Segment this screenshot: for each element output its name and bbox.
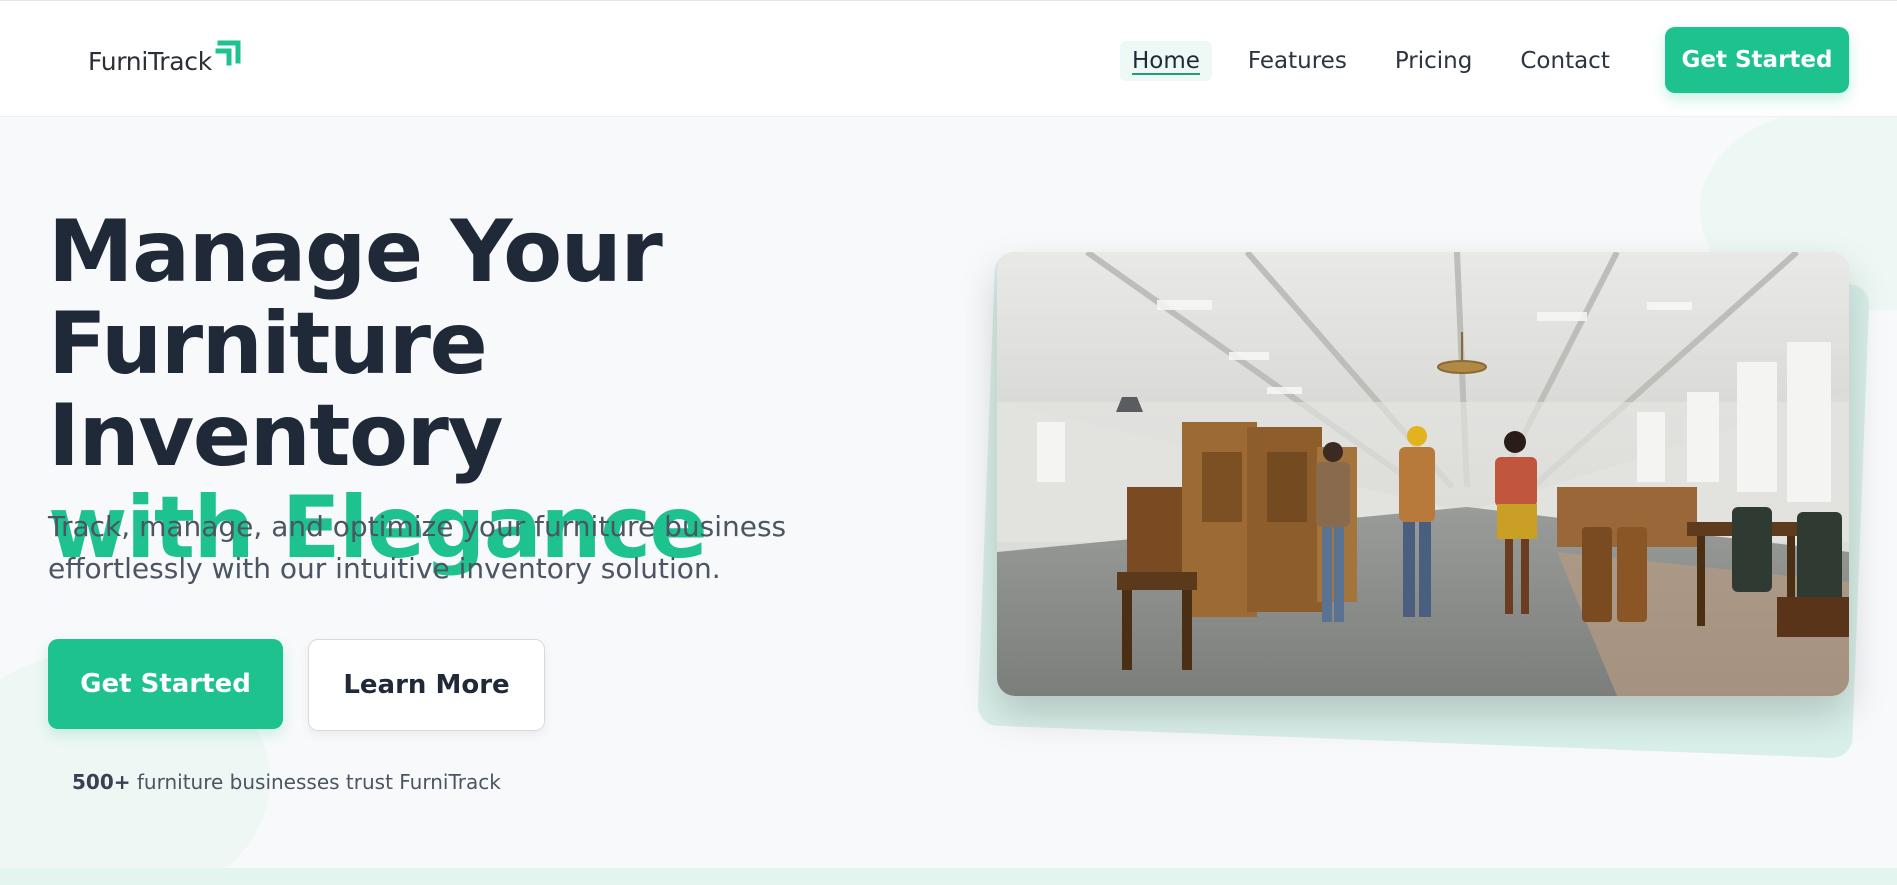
- nav-pricing[interactable]: Pricing: [1383, 41, 1485, 81]
- nav-home[interactable]: Home: [1120, 41, 1212, 81]
- furniture-showroom-photo-icon: [997, 252, 1849, 696]
- logo-arrow-icon: [215, 40, 241, 66]
- site-header: FurniTrack Home Features Pricing Contact…: [0, 0, 1897, 117]
- hero-title-line1: Manage Your: [48, 202, 663, 302]
- hero-title-line2: Furniture Inventory: [48, 294, 504, 486]
- hero-image: [997, 252, 1849, 696]
- logo[interactable]: FurniTrack: [88, 37, 244, 77]
- bottom-band: [0, 868, 1897, 885]
- learn-more-button[interactable]: Learn More: [308, 639, 545, 731]
- get-started-button[interactable]: Get Started: [48, 639, 283, 729]
- nav-features[interactable]: Features: [1236, 41, 1359, 81]
- header-get-started-button[interactable]: Get Started: [1665, 27, 1849, 93]
- trust-count: 500+: [72, 770, 131, 794]
- trust-text: furniture businesses trust FurniTrack: [136, 770, 501, 794]
- logo-text: FurniTrack: [88, 47, 212, 76]
- hero-subtitle: Track, manage, and optimize your furnitu…: [48, 510, 787, 585]
- trust-line: 500+ furniture businesses trust FurniTra…: [72, 770, 501, 794]
- nav-contact[interactable]: Contact: [1508, 41, 1621, 81]
- main-nav: Home Features Pricing Contact: [1120, 41, 1646, 81]
